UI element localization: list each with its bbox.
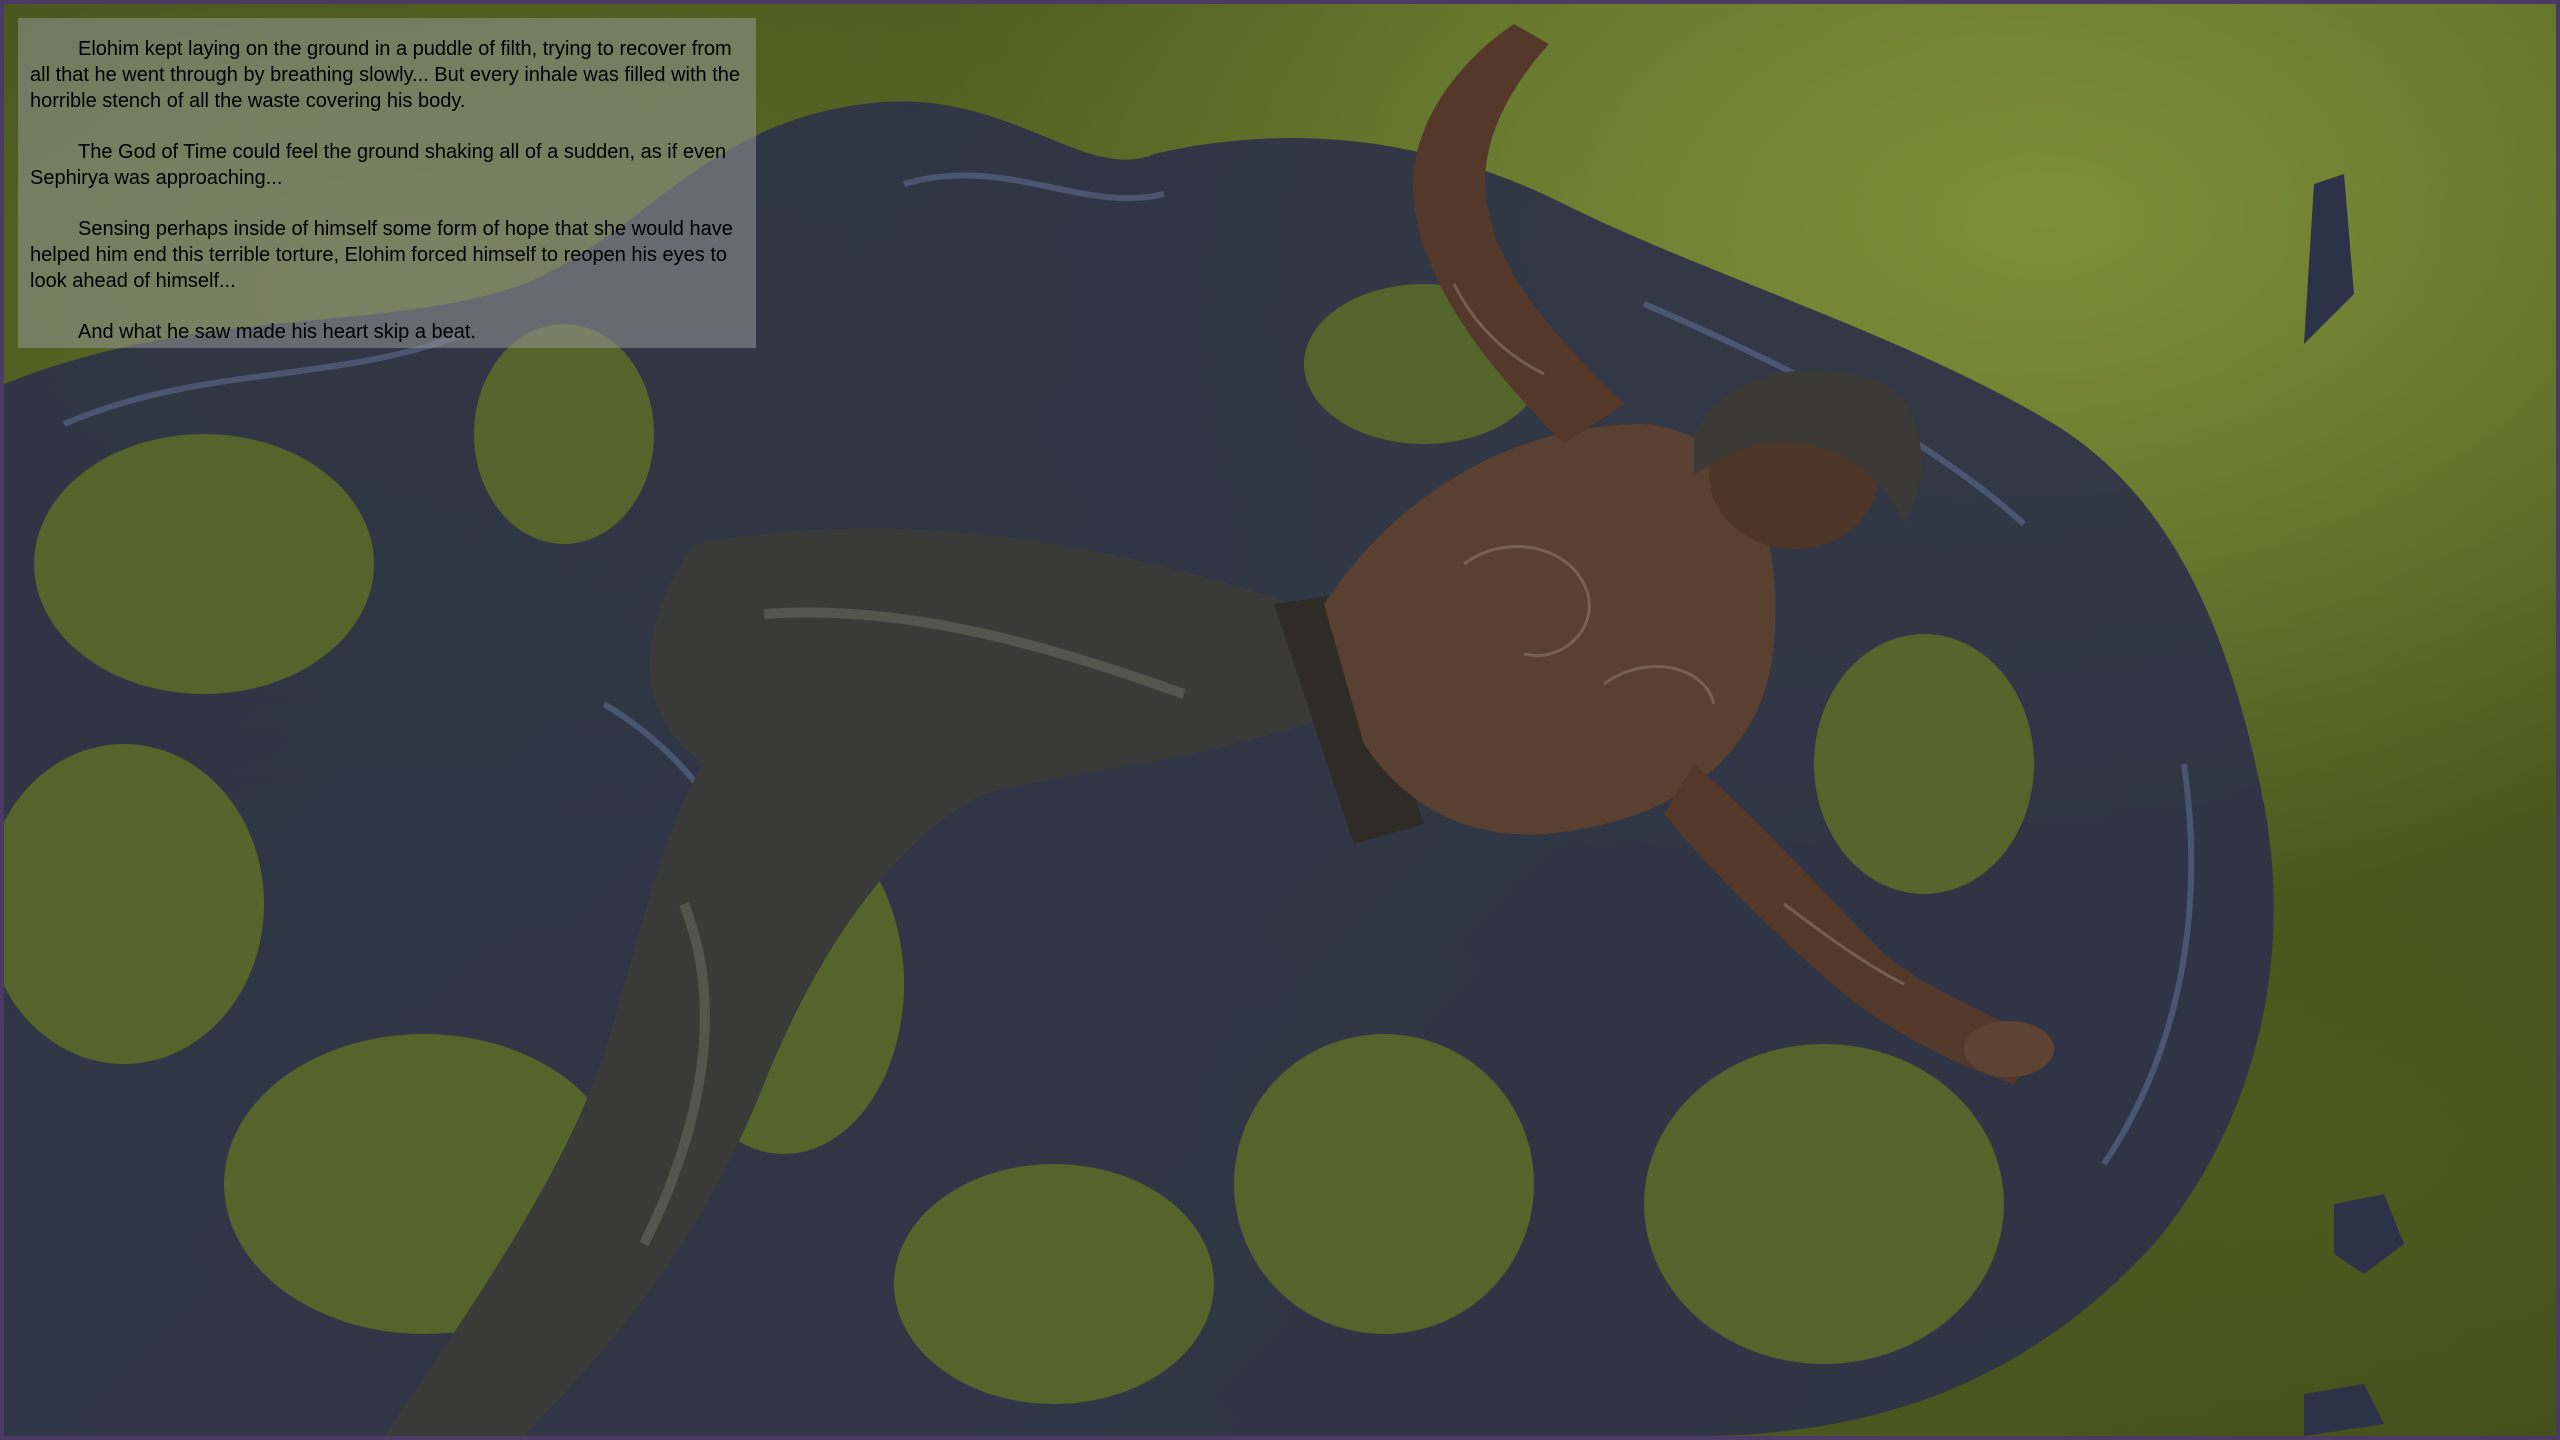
narration-paragraph: Sensing perhaps inside of himself some f… bbox=[30, 218, 733, 292]
narration-paragraph: Elohim kept laying on the ground in a pu… bbox=[30, 38, 741, 112]
narration-paragraph: And what he saw made his heart skip a be… bbox=[78, 321, 477, 343]
narration-paragraph: The God of Time could feel the ground sh… bbox=[30, 141, 727, 189]
narration-box: Elohim kept laying on the ground in a pu… bbox=[18, 18, 756, 348]
game-window: Elohim kept laying on the ground in a pu… bbox=[0, 0, 2560, 1440]
debris-stones bbox=[2304, 174, 2404, 1436]
